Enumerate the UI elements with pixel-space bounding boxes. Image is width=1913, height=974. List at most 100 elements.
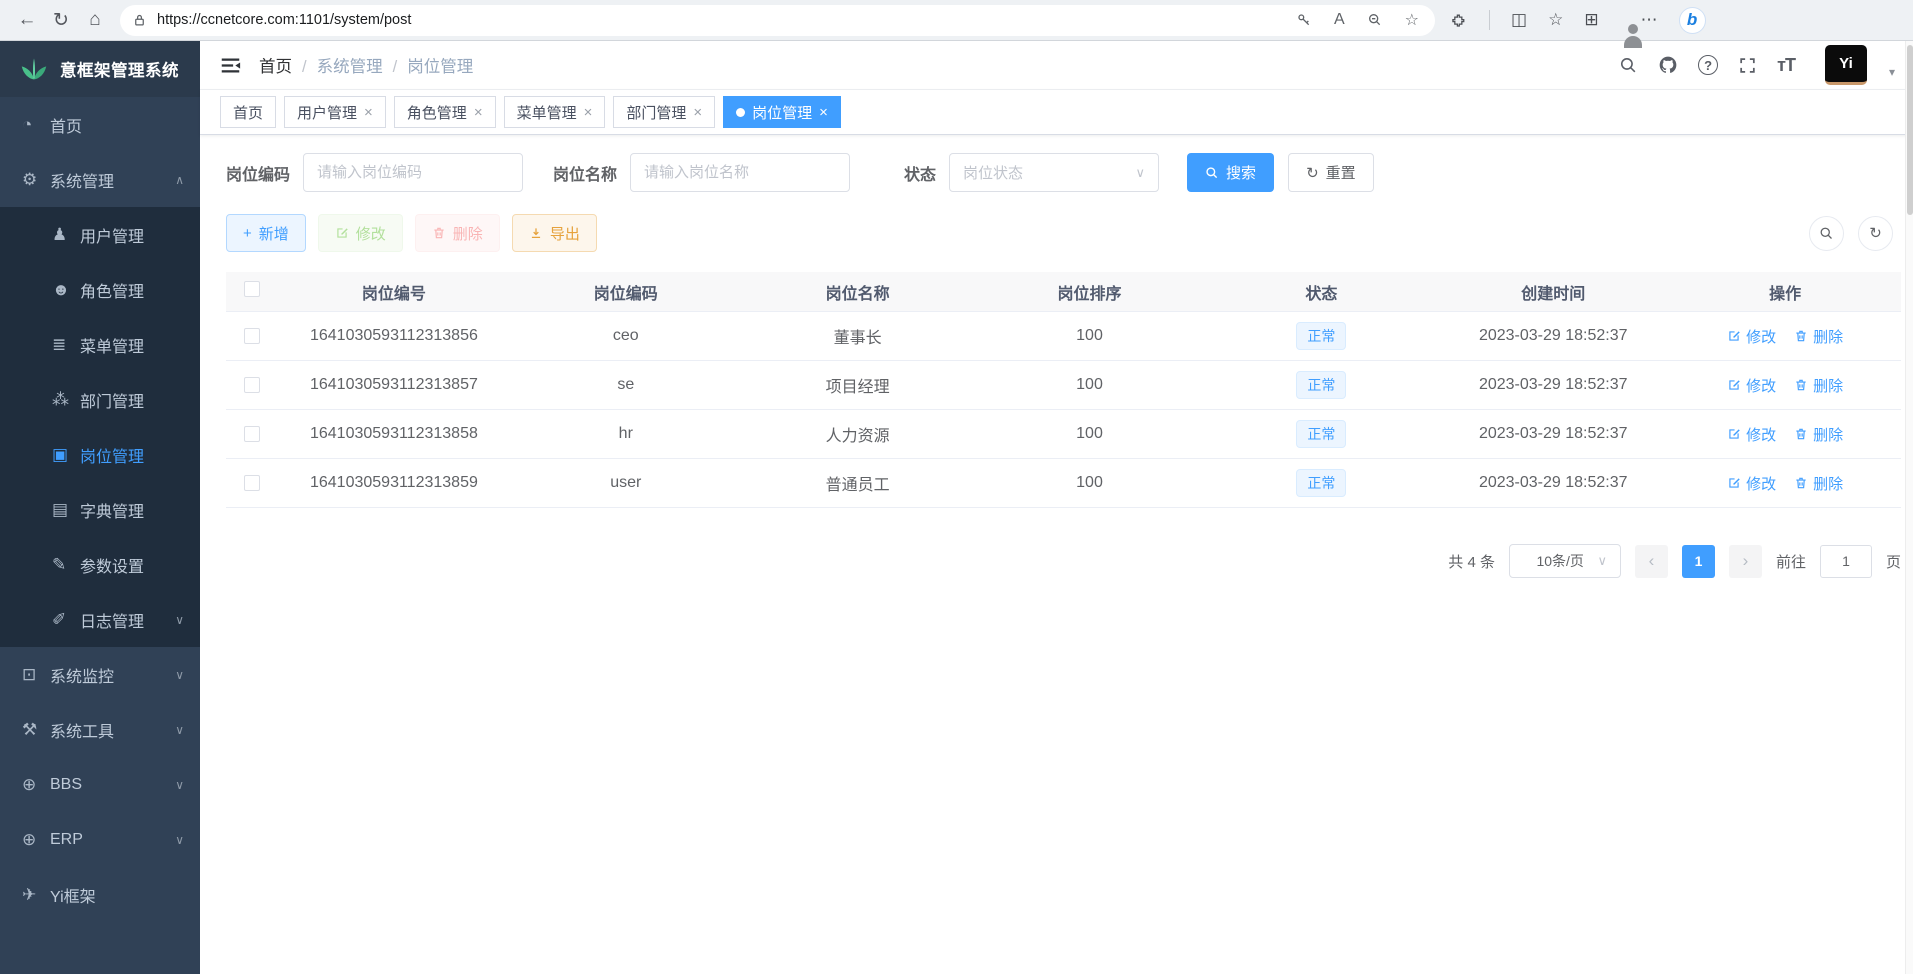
sidebar-item[interactable]: ▣ 岗位管理 xyxy=(0,427,200,482)
tab[interactable]: 岗位管理 × xyxy=(723,96,841,128)
bing-chat-icon[interactable]: b xyxy=(1679,7,1706,34)
edit-link[interactable]: 修改 xyxy=(1727,424,1776,445)
edit-button[interactable]: 修改 xyxy=(318,214,403,252)
delete-button[interactable]: 删除 xyxy=(415,214,500,252)
sidebar-item-label: Yi框架 xyxy=(50,883,184,907)
row-checkbox[interactable] xyxy=(244,377,260,393)
sidebar-item[interactable]: ☻ 角色管理 xyxy=(0,262,200,317)
close-icon[interactable]: × xyxy=(474,104,483,121)
post-code-input[interactable] xyxy=(303,153,523,192)
zoom-out-icon[interactable] xyxy=(1367,12,1383,28)
search-button[interactable]: 搜索 xyxy=(1187,153,1274,192)
column-header-label: 岗位编号 xyxy=(362,286,426,303)
tab[interactable]: 菜单管理 × xyxy=(504,96,606,128)
status-label: 状态 xyxy=(904,161,936,185)
refresh-icon[interactable]: ↻ xyxy=(44,5,78,35)
home-icon[interactable]: ⌂ xyxy=(78,5,112,35)
tool-icon: ⚒ xyxy=(22,720,50,740)
collections-icon[interactable]: ⊞ xyxy=(1584,10,1598,30)
sidebar-item[interactable]: ⚒ 系统工具 ∨ xyxy=(0,702,200,757)
status-badge: 正常 xyxy=(1296,420,1346,448)
extensions-icon[interactable] xyxy=(1451,12,1468,29)
url-text[interactable]: https://ccnetcore.com:1101/system/post xyxy=(157,12,1296,28)
toggle-search-button[interactable] xyxy=(1809,216,1844,251)
chevron-down-icon[interactable]: ▾ xyxy=(1889,65,1895,85)
read-aloud-icon[interactable]: A xyxy=(1334,11,1345,29)
status-select[interactable]: 岗位状态 ∨ xyxy=(949,153,1159,192)
tab-bar: 首页 × 用户管理 × 角色管理 × 菜单管理 × 部门管理 × 岗位管理 × xyxy=(200,90,1913,135)
sidebar-item[interactable]: ♟ 用户管理 xyxy=(0,207,200,262)
reset-button[interactable]: ↻ 重置 xyxy=(1288,153,1374,192)
sidebar-item[interactable]: ▤ 字典管理 xyxy=(0,482,200,537)
select-all-checkbox[interactable] xyxy=(244,281,260,297)
close-icon[interactable]: × xyxy=(693,104,702,121)
scrollbar-thumb[interactable] xyxy=(1907,45,1913,215)
cell-post-sort: 100 xyxy=(974,376,1206,394)
tab[interactable]: 部门管理 × xyxy=(613,96,715,128)
help-icon[interactable]: ? xyxy=(1698,55,1718,75)
row-checkbox[interactable] xyxy=(244,328,260,344)
sidebar-fold-icon[interactable] xyxy=(220,55,241,76)
sidebar-item[interactable]: ⊕ BBS ∨ xyxy=(0,757,200,812)
edit-link[interactable]: 修改 xyxy=(1727,326,1776,347)
address-bar[interactable]: https://ccnetcore.com:1101/system/post A… xyxy=(120,5,1435,36)
sidebar-item[interactable]: ✈ Yi框架 xyxy=(0,867,200,922)
scrollbar[interactable] xyxy=(1905,41,1913,974)
sidebar-item[interactable]: ⊡ 系统监控 ∨ xyxy=(0,647,200,702)
settings-more-icon[interactable]: ⋯ xyxy=(1641,10,1658,30)
back-icon[interactable]: ← xyxy=(10,5,44,35)
tab-label: 部门管理 xyxy=(626,102,686,123)
delete-link[interactable]: 删除 xyxy=(1794,375,1843,396)
delete-link[interactable]: 删除 xyxy=(1794,326,1843,347)
edit-link[interactable]: 修改 xyxy=(1727,473,1776,494)
password-key-icon[interactable] xyxy=(1296,12,1312,28)
add-button[interactable]: + 新增 xyxy=(226,214,306,252)
page-size-select[interactable]: 10条/页 ∨ xyxy=(1509,544,1621,578)
font-size-icon[interactable]: тT xyxy=(1777,55,1795,76)
user-avatar[interactable]: Yi xyxy=(1825,45,1867,85)
export-button[interactable]: 导出 xyxy=(512,214,597,252)
sidebar-item[interactable]: ◔ 首页 xyxy=(0,97,200,152)
sidebar-item[interactable]: ⚙ 系统管理 ∧ xyxy=(0,152,200,207)
tab[interactable]: 首页 × xyxy=(220,96,276,128)
breadcrumb-item[interactable]: 首页 xyxy=(259,53,292,77)
refresh-table-button[interactable]: ↻ xyxy=(1858,216,1893,251)
prev-page-button[interactable]: ‹ xyxy=(1635,545,1668,578)
search-icon[interactable] xyxy=(1619,56,1638,75)
chevron-up-icon: ∧ xyxy=(175,173,184,187)
close-icon[interactable]: × xyxy=(819,104,828,121)
cell-post-id: 1641030593112313856 xyxy=(278,327,510,345)
tab[interactable]: 角色管理 × xyxy=(394,96,496,128)
current-page-button[interactable]: 1 xyxy=(1682,545,1715,578)
sidebar-item[interactable]: ⁂ 部门管理 xyxy=(0,372,200,427)
fullscreen-icon[interactable] xyxy=(1738,56,1757,75)
edit-link[interactable]: 修改 xyxy=(1727,375,1776,396)
add-favorite-icon[interactable]: ☆ xyxy=(1405,10,1419,30)
table-toolbar: + 新增 修改 xyxy=(226,214,1901,252)
delete-link[interactable]: 删除 xyxy=(1794,424,1843,445)
dict-icon: ▤ xyxy=(52,500,80,520)
cell-post-sort: 100 xyxy=(974,425,1206,443)
close-icon[interactable]: × xyxy=(364,104,373,121)
split-screen-icon[interactable]: ◫ xyxy=(1511,10,1527,30)
goto-page-input[interactable] xyxy=(1820,545,1872,578)
post-icon: ▣ xyxy=(52,445,80,465)
breadcrumb-item[interactable]: 岗位管理 xyxy=(383,53,474,77)
next-page-button[interactable]: › xyxy=(1729,545,1762,578)
close-icon[interactable]: × xyxy=(584,104,593,121)
post-name-input[interactable] xyxy=(630,153,850,192)
sidebar-item[interactable]: ✐ 日志管理 ∨ xyxy=(0,592,200,647)
breadcrumb-item[interactable]: 系统管理 xyxy=(292,53,383,77)
sidebar-item-label: 系统工具 xyxy=(50,718,175,742)
sidebar-item[interactable]: ✎ 参数设置 xyxy=(0,537,200,592)
tab[interactable]: 用户管理 × xyxy=(284,96,386,128)
github-icon[interactable] xyxy=(1658,55,1678,75)
row-checkbox[interactable] xyxy=(244,426,260,442)
app-logo[interactable]: 意框架管理系统 xyxy=(0,41,200,97)
sidebar-item[interactable]: ≣ 菜单管理 xyxy=(0,317,200,372)
sidebar-item[interactable]: ⊕ ERP ∨ xyxy=(0,812,200,867)
favorites-bar-icon[interactable]: ☆ xyxy=(1548,10,1563,30)
chevron-down-icon: ∨ xyxy=(1597,553,1607,569)
delete-link[interactable]: 删除 xyxy=(1794,473,1843,494)
row-checkbox[interactable] xyxy=(244,475,260,491)
